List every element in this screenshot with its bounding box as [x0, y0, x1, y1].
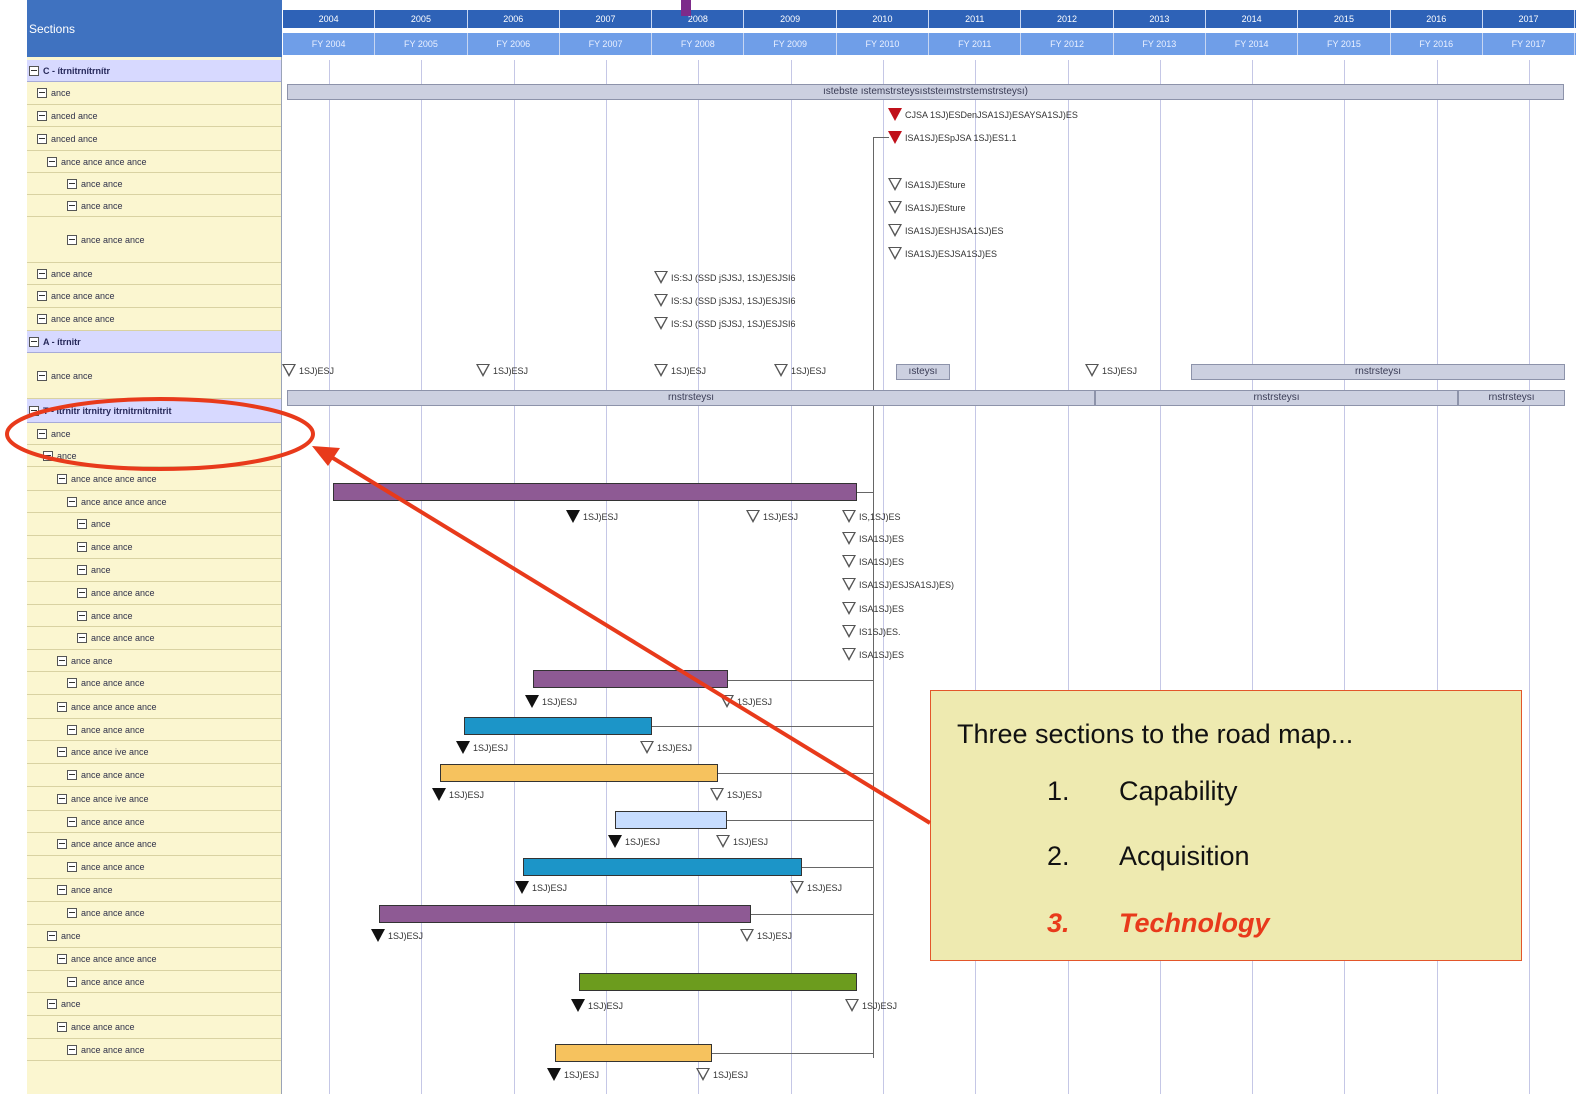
pointer-arrow-line: [326, 453, 932, 825]
annotation-overlay: [5, 397, 932, 825]
roadmap-window: Sections 2004 2005 2006 2007 2008 2009 2010 201…: [0, 0, 1576, 1094]
highlight-ellipse: [5, 397, 315, 471]
pointer-arrowhead-icon: [312, 446, 340, 466]
